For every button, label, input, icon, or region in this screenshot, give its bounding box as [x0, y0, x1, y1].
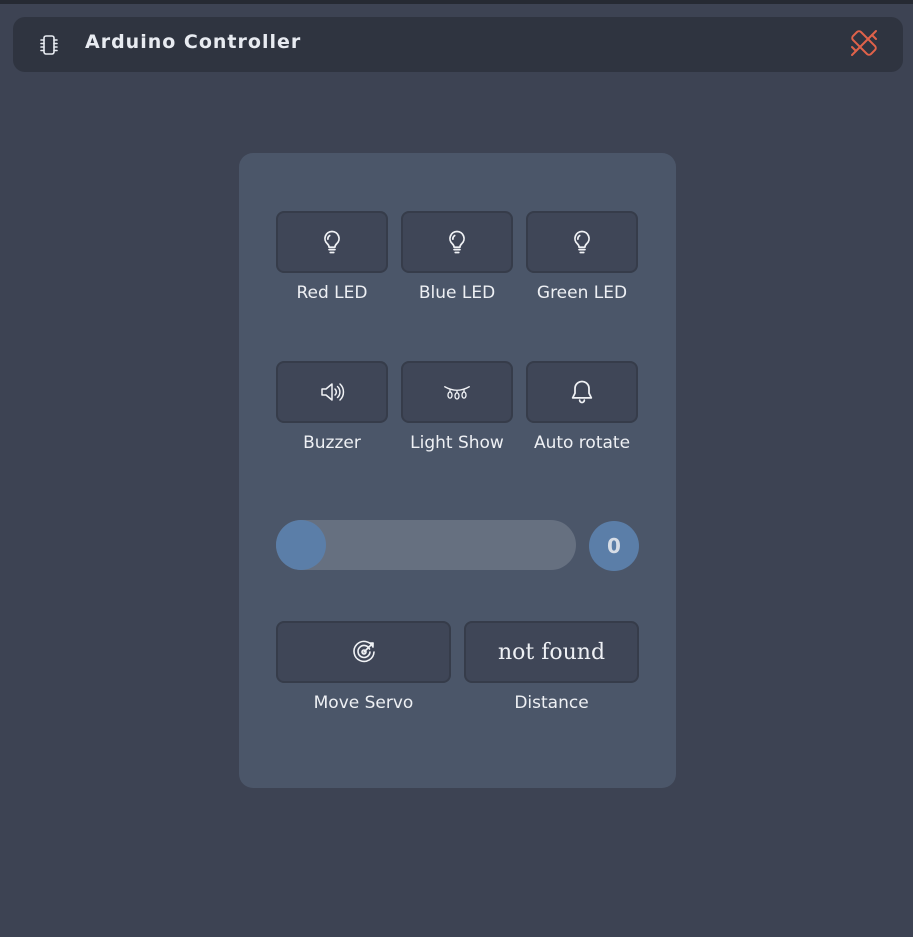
bulb-icon: [449, 230, 465, 254]
window-top-border: [0, 0, 913, 4]
app-title: Arduino Controller: [85, 31, 302, 53]
bell-icon: [571, 380, 593, 404]
blue-led-label: Blue LED: [418, 283, 496, 303]
distance-control: not found Distance: [464, 621, 639, 713]
disconnect-icon[interactable]: [847, 26, 881, 60]
red-led-control: Red LED: [276, 211, 388, 303]
red-led-label: Red LED: [296, 283, 368, 303]
control-panel: Red LED Blue LED Green LED Buzzer Light …: [239, 153, 676, 788]
blue-led-control: Blue LED: [401, 211, 513, 303]
blue-led-button[interactable]: [401, 211, 513, 273]
bulb-icon: [324, 230, 340, 254]
distance-value: not found: [497, 639, 606, 665]
green-led-button[interactable]: [526, 211, 638, 273]
auto-rotate-control: Auto rotate: [526, 361, 638, 453]
move-servo-control: Move Servo: [276, 621, 451, 713]
light-show-button[interactable]: [401, 361, 513, 423]
distance-label: Distance: [514, 693, 589, 713]
buzzer-label: Buzzer: [303, 433, 361, 453]
bulb-icon: [574, 230, 590, 254]
light-show-control: Light Show: [401, 361, 513, 453]
distance-display: not found: [464, 621, 639, 683]
buzzer-control: Buzzer: [276, 361, 388, 453]
slider-value-badge: 0: [589, 521, 639, 571]
speaker-icon: [321, 383, 345, 401]
string-lights-icon: [444, 386, 470, 400]
auto-rotate-button[interactable]: [526, 361, 638, 423]
red-led-button[interactable]: [276, 211, 388, 273]
move-servo-label: Move Servo: [313, 693, 414, 713]
move-servo-button[interactable]: [276, 621, 451, 683]
servo-slider-track[interactable]: [276, 520, 576, 570]
auto-rotate-label: Auto rotate: [533, 433, 631, 453]
buzzer-button[interactable]: [276, 361, 388, 423]
app-header: Arduino Controller: [13, 17, 903, 72]
chip-icon: [40, 35, 58, 55]
light-show-label: Light Show: [410, 433, 504, 453]
servo-slider-thumb[interactable]: [276, 520, 326, 570]
radar-icon: [352, 640, 375, 663]
green-led-label: Green LED: [536, 283, 628, 303]
green-led-control: Green LED: [526, 211, 638, 303]
